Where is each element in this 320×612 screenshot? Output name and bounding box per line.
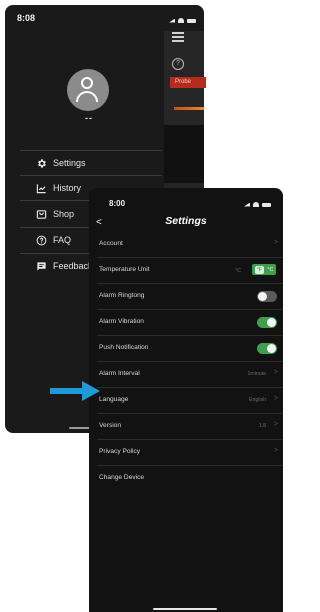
setting-row-version[interactable]: Version 1.8 > (97, 414, 283, 440)
unit-celsius-text: °C (235, 268, 241, 274)
settings-phone-screen: 8:00 < Settings Account > Temperature Un… (89, 188, 283, 612)
menu-item-label: Feedback (53, 261, 93, 271)
avatar-body-icon (76, 91, 98, 102)
help-icon[interactable]: ? (172, 58, 184, 70)
status-icons (244, 202, 271, 207)
alarm-vibration-toggle[interactable] (257, 317, 277, 328)
shop-icon (34, 207, 48, 221)
main-screen-panel (164, 125, 204, 183)
pointer-arrow-icon (50, 381, 100, 401)
toggle-knob (258, 292, 267, 301)
chevron-right-icon: > (273, 369, 278, 376)
temperature-bar (174, 107, 204, 110)
avatar-head-icon (81, 77, 93, 89)
battery-icon (262, 202, 271, 207)
setting-row-alarm-vibration: Alarm Vibration (97, 310, 283, 336)
chevron-right-icon: > (273, 239, 278, 246)
wifi-icon (178, 18, 184, 23)
setting-label: Alarm Interval (99, 370, 140, 377)
status-bar: 8:08 (5, 5, 204, 31)
setting-label: Language (99, 396, 129, 403)
setting-value: English (248, 397, 266, 403)
setting-value: 1.8 (258, 423, 266, 429)
chevron-right-icon: > (273, 395, 278, 402)
signal-icon (244, 202, 250, 207)
avatar[interactable] (67, 69, 109, 111)
page-title: Settings (165, 215, 207, 227)
home-indicator (153, 608, 217, 610)
setting-row-push-notification: Push Notification (97, 336, 283, 362)
setting-row-change-device[interactable]: Change Device (97, 466, 283, 492)
toggle-knob (267, 318, 276, 327)
toggle-knob (267, 344, 276, 353)
setting-label: Account (99, 240, 123, 247)
menu-item-label: History (53, 183, 82, 193)
status-time: 8:00 (109, 199, 126, 208)
signal-icon (169, 18, 175, 23)
push-notification-toggle[interactable] (257, 343, 277, 354)
hamburger-menu-icon[interactable] (172, 32, 184, 42)
setting-row-language[interactable]: Language English > (97, 388, 283, 414)
setting-label: Change Device (99, 474, 145, 481)
setting-label: Version (99, 422, 121, 429)
setting-row-account[interactable]: Account > (97, 232, 283, 258)
setting-label: Push Notification (99, 344, 149, 351)
message-icon (34, 259, 48, 273)
gear-icon (34, 156, 48, 170)
setting-row-alarm-interval[interactable]: Alarm Interval 1minute > (97, 362, 283, 388)
chart-icon (34, 181, 48, 195)
battery-icon (187, 18, 196, 23)
setting-label: Alarm Ringtong (99, 292, 145, 299)
menu-item-label: Shop (53, 209, 75, 219)
chevron-right-icon: > (273, 421, 278, 428)
setting-row-temperature-unit: Temperature Unit °C °F °C (97, 258, 283, 284)
menu-item-settings[interactable]: Settings (20, 151, 162, 175)
setting-value: 1minute (247, 371, 266, 377)
alarm-ringtong-toggle[interactable] (257, 291, 277, 302)
probe-tab[interactable]: Probe (170, 77, 206, 88)
menu-item-label: Settings (53, 158, 86, 168)
unit-option-fahrenheit[interactable]: °F (254, 265, 264, 274)
help-circle-icon (34, 233, 48, 247)
chevron-right-icon: > (273, 447, 278, 454)
setting-label: Privacy Policy (99, 448, 141, 455)
username: -- (85, 113, 93, 123)
status-time: 8:08 (17, 13, 36, 23)
setting-label: Alarm Vibration (99, 318, 144, 325)
setting-row-alarm-ringtong: Alarm Ringtong (97, 284, 283, 310)
unit-option-celsius[interactable]: °C (267, 267, 273, 273)
wifi-icon (253, 202, 259, 207)
status-icons (169, 18, 196, 23)
setting-row-privacy-policy[interactable]: Privacy Policy > (97, 440, 283, 466)
setting-label: Temperature Unit (99, 266, 150, 273)
menu-item-label: FAQ (53, 235, 72, 245)
temperature-unit-toggle[interactable]: °F °C (252, 264, 276, 275)
